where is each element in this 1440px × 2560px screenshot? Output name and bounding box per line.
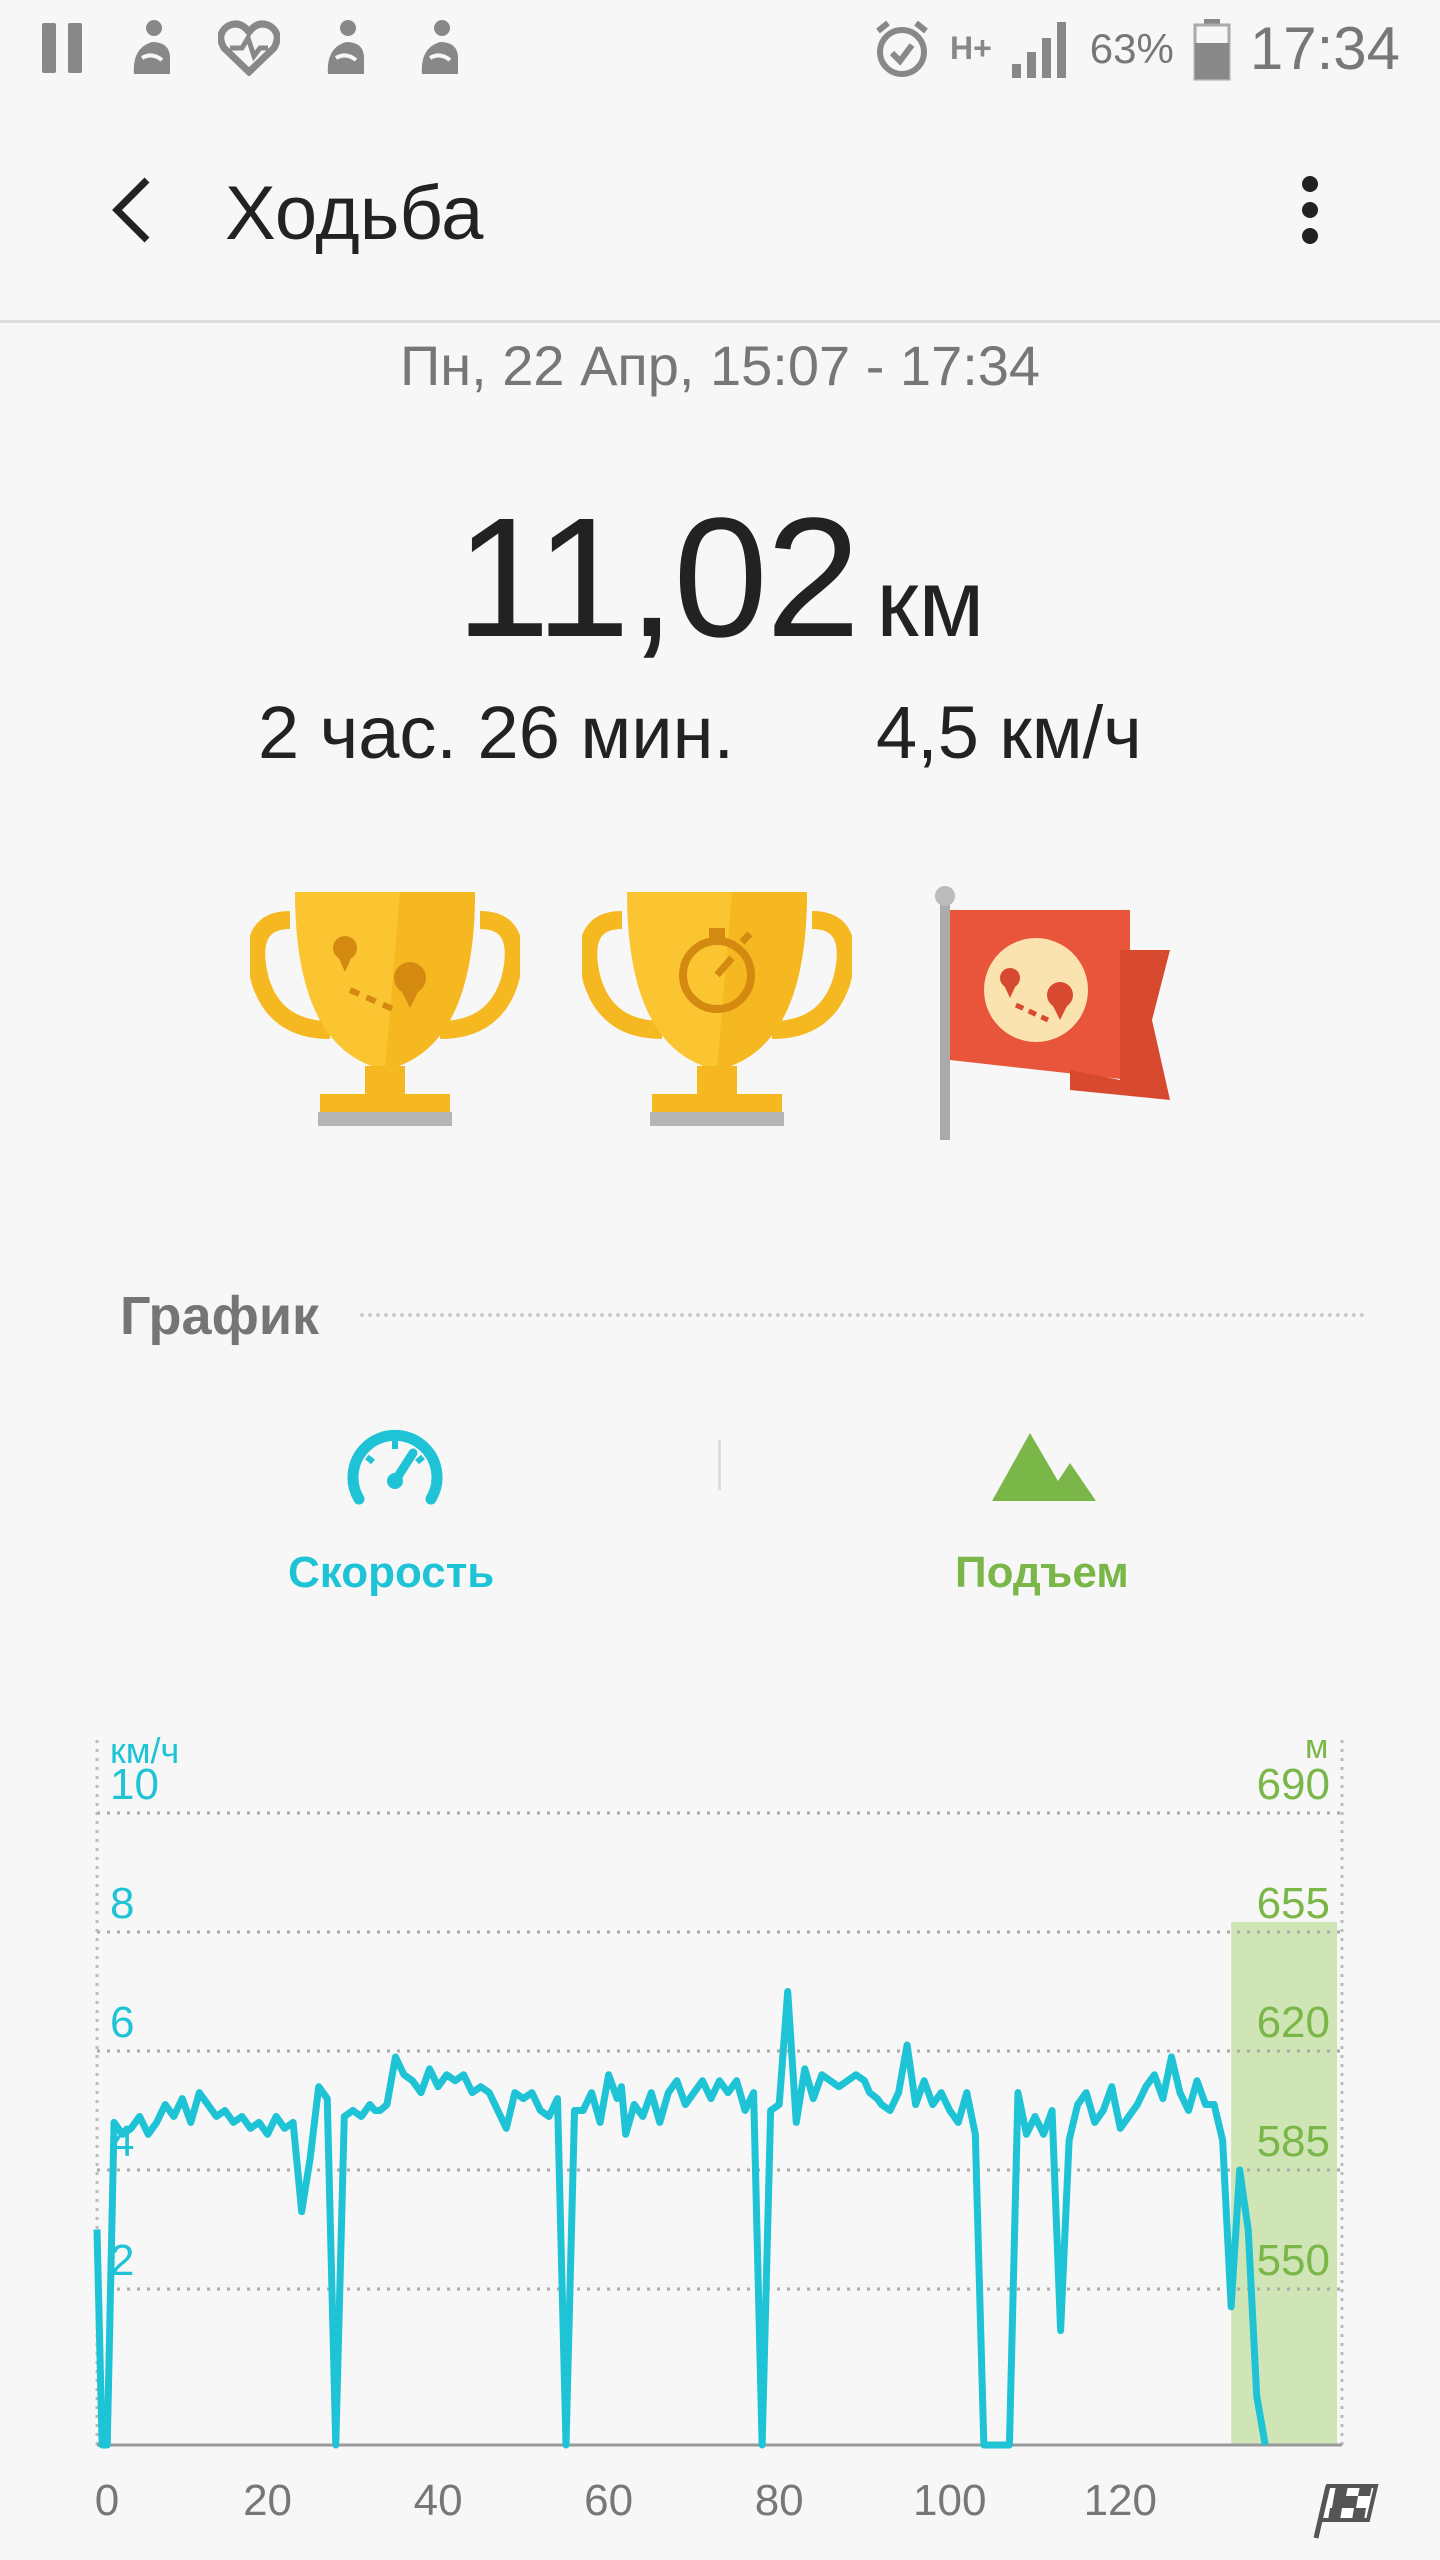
back-arrow-icon[interactable] xyxy=(95,170,175,250)
battery-percent: 63% xyxy=(1089,24,1174,72)
x-tick-label: 100 xyxy=(913,2476,986,2525)
x-tick-label: 60 xyxy=(584,2476,633,2525)
distance-unit: км xyxy=(876,550,985,657)
graph-section-title: График xyxy=(120,1286,320,1346)
tab-divider xyxy=(718,1440,721,1490)
x-axis-ticks: 0 20 40 60 80 100 120 xyxy=(95,2476,1157,2525)
x-tick-label: 20 xyxy=(243,2476,292,2525)
distance-value: 11,02 xyxy=(455,483,861,673)
duration: 2 час. 26 мин. xyxy=(258,691,735,774)
total-distance: 11,02 км xyxy=(0,480,1440,676)
time-trophy-icon[interactable] xyxy=(579,880,855,1140)
section-divider xyxy=(360,1313,1365,1317)
speed-line xyxy=(93,1988,1269,2449)
route-flag-icon[interactable] xyxy=(920,880,1180,1153)
app-bar: Ходьба xyxy=(0,100,1440,323)
page-title: Ходьба xyxy=(225,171,484,256)
right-tick-label: 620 xyxy=(1257,1998,1330,2047)
right-tick-label: 550 xyxy=(1257,2236,1330,2285)
average-speed: 4,5 км/ч xyxy=(876,691,1142,774)
signal-icon xyxy=(1011,21,1066,78)
clock: 17:34 xyxy=(1249,15,1400,82)
walking-app-icon-3 xyxy=(421,20,458,74)
tab-speed[interactable]: Скорость xyxy=(288,1548,494,1598)
right-tick-label: 690 xyxy=(1257,1760,1330,1809)
left-axis-ticks: 246810 xyxy=(110,1760,159,2285)
system-status: H+ 63% 17:34 xyxy=(872,14,1400,83)
date-range: Пн, 22 Апр, 15:07 - 17:34 xyxy=(399,334,1041,397)
tab-elevation[interactable]: Подъем xyxy=(955,1548,1129,1598)
chart-gridlines xyxy=(97,1811,1342,2291)
left-tick-label: 10 xyxy=(110,1760,159,1809)
pause-icon xyxy=(42,23,82,73)
walking-app-icon-2 xyxy=(327,20,364,74)
x-tick-label: 80 xyxy=(755,2476,804,2525)
distance-trophy-icon[interactable] xyxy=(247,880,523,1140)
left-tick-label: 6 xyxy=(110,1998,134,2047)
battery-icon xyxy=(1193,18,1231,80)
notification-icons xyxy=(40,18,468,78)
speed-elevation-chart: км/ч м 246810 550585620655690 0 20 40 60 80 1… xyxy=(93,1728,1379,2539)
status-bar: H+ 63% 17:34 xyxy=(0,0,1440,100)
right-tick-label: 655 xyxy=(1257,1879,1330,1928)
network-type: H+ xyxy=(949,30,992,66)
x-tick-label: 0 xyxy=(95,2476,119,2525)
speedometer-icon[interactable] xyxy=(345,1425,445,1505)
alarm-icon xyxy=(876,20,928,77)
heart-icon xyxy=(218,20,280,76)
x-tick-label: 120 xyxy=(1084,2476,1157,2525)
finish-flag-icon xyxy=(1313,2484,1379,2539)
left-tick-label: 8 xyxy=(110,1879,134,1928)
walking-app-icon xyxy=(133,20,170,74)
more-options-icon[interactable] xyxy=(1280,170,1340,250)
x-tick-label: 40 xyxy=(414,2476,463,2525)
mountain-icon[interactable] xyxy=(992,1425,1097,1505)
right-tick-label: 585 xyxy=(1257,2117,1330,2166)
